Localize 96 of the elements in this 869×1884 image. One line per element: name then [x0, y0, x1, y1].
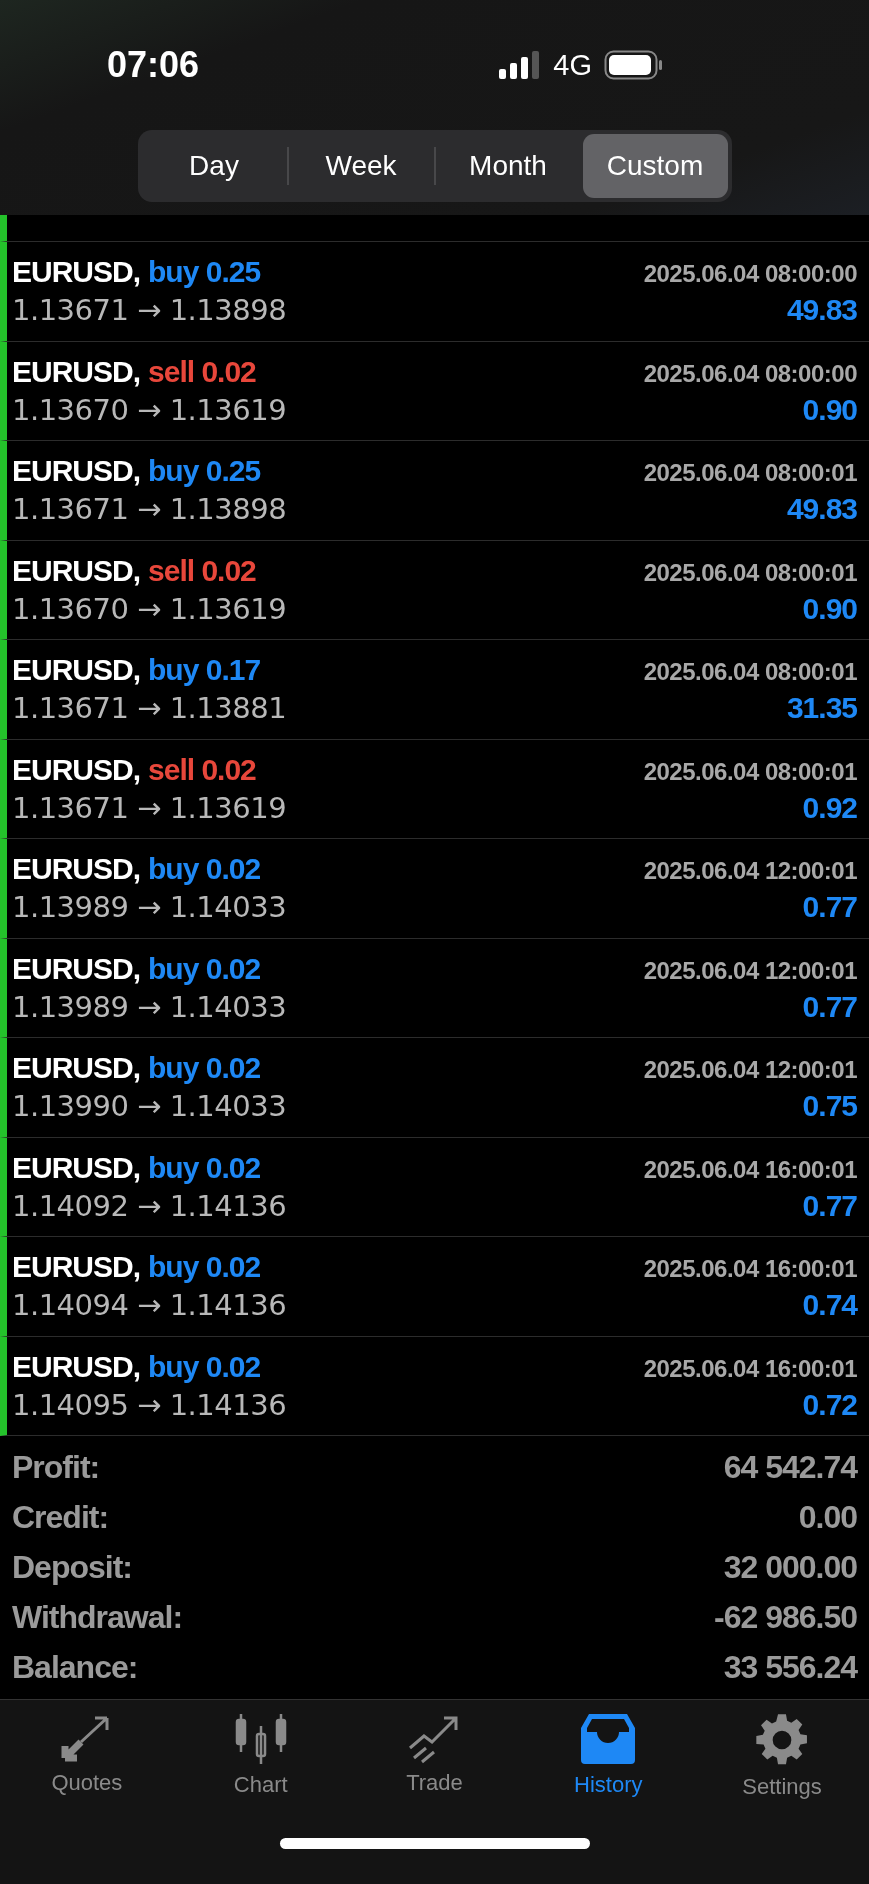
deal-time: 2025.06.04 16:00:01: [643, 1255, 857, 1284]
deal-row[interactable]: EURUSD, buy 0.02 2025.06.04 12:00:01 1.13989 → 1.14033 0.77: [0, 938, 869, 1038]
deal-symbol: EURUSD,: [12, 1250, 140, 1284]
signal-icon: [499, 51, 542, 79]
inbox-tray-icon: [579, 1712, 638, 1766]
summary-value: 64 542.74: [723, 1449, 857, 1486]
deal-time: 2025.06.04 12:00:01: [643, 956, 857, 985]
deal-time: 2025.06.04 12:00:01: [643, 1056, 857, 1085]
nav-tab[interactable]: Chart: [173, 1712, 348, 1800]
deal-symbol: EURUSD,: [12, 951, 140, 985]
period-tab[interactable]: Day: [141, 134, 287, 198]
deal-time: 2025.06.04 08:00:00: [643, 260, 857, 289]
deal-action: sell 0.02: [148, 354, 256, 388]
deal-action: buy 0.25: [148, 454, 261, 488]
deal-prices: 1.13670 → 1.13619: [12, 591, 287, 626]
deal-action: sell 0.02: [148, 752, 256, 786]
period-tab[interactable]: Custom: [582, 134, 728, 198]
deal-symbol: EURUSD,: [12, 1051, 140, 1085]
deal-action: buy 0.02: [148, 1349, 261, 1383]
period-tab[interactable]: Month: [435, 134, 581, 198]
deal-action: buy 0.17: [148, 653, 261, 687]
deal-prices: 1.13989 → 1.14033: [12, 989, 287, 1024]
deal-prices: 1.13989 → 1.14033: [12, 890, 287, 925]
nav-tab[interactable]: History: [521, 1712, 696, 1800]
deal-row[interactable]: EURUSD, buy 0.02 2025.06.04 16:00:01 1.14092 → 1.14136 0.77: [0, 1137, 869, 1237]
summary-label: Withdrawal:: [12, 1599, 183, 1636]
deal-time: 2025.06.04 16:00:01: [643, 1155, 857, 1184]
battery-icon: [604, 50, 664, 80]
summary-label: Credit:: [12, 1499, 109, 1536]
deal-time: 2025.06.04 08:00:01: [643, 459, 857, 488]
deal-row[interactable]: EURUSD, buy 0.25 2025.06.04 08:00:01 1.13671 → 1.13898 49.83: [0, 441, 869, 541]
deal-time: 2025.06.04 16:00:01: [643, 1354, 857, 1383]
summary-label: Profit:: [12, 1449, 100, 1486]
deal-action: sell 0.02: [148, 553, 256, 587]
deal-symbol: EURUSD,: [12, 852, 140, 886]
period-tab[interactable]: Week: [288, 134, 434, 198]
deal-row[interactable]: EURUSD, sell 0.02 2025.06.04 08:00:01 1.13670 → 1.13619 0.90: [0, 540, 869, 640]
status-time: 07:06: [107, 44, 200, 86]
summary-value: -62 986.50: [714, 1599, 857, 1636]
summary-label: Deposit:: [12, 1549, 132, 1586]
summary-value: 33 556.24: [723, 1649, 857, 1686]
deal-prices: 1.14095 → 1.14136: [12, 1387, 287, 1422]
deal-row[interactable]: EURUSD, sell 0.02 2025.06.04 08:00:00 1.13670 → 1.13619 0.90: [0, 341, 869, 441]
deal-symbol: EURUSD,: [12, 354, 140, 388]
deal-profit: 0.92: [802, 790, 857, 825]
summary-value: 32 000.00: [723, 1549, 857, 1586]
deal-time: 2025.06.04 08:00:01: [643, 658, 857, 687]
deal-row[interactable]: EURUSD, buy 0.25 2025.06.04 08:00:00 1.13671 → 1.13898 49.83: [0, 242, 869, 342]
deal-symbol: EURUSD,: [12, 255, 140, 289]
deal-row[interactable]: EURUSD, sell 0.02 2025.06.04 08:00:01 1.13671 → 1.13619 0.92: [0, 739, 869, 839]
nav-tab[interactable]: Quotes: [0, 1712, 174, 1800]
deal-time: 2025.06.04 08:00:01: [643, 558, 857, 587]
deal-profit: 0.90: [802, 591, 857, 626]
deal-prices: 1.13671 → 1.13898: [12, 293, 287, 328]
deal-time: 2025.06.04 08:00:01: [643, 757, 857, 786]
summary-label: Balance:: [12, 1649, 138, 1686]
deal-action: buy 0.02: [148, 1250, 261, 1284]
nav-tab[interactable]: Settings: [695, 1712, 869, 1800]
deal-symbol: EURUSD,: [12, 653, 140, 687]
deal-row[interactable]: EURUSD, buy 0.17 2025.06.04 08:00:01 1.13671 → 1.13881 31.35: [0, 640, 869, 740]
deal-row[interactable]: EURUSD, buy 0.02 2025.06.04 16:00:01 1.14095 → 1.14136 0.72: [0, 1336, 869, 1436]
deal-time: 2025.06.04 08:00:00: [643, 359, 857, 388]
deal-profit: 0.90: [802, 392, 857, 427]
deal-profit: 31.35: [786, 691, 857, 726]
deal-prices: 1.13990 → 1.14033: [12, 1089, 287, 1124]
deal-prices: 1.14092 → 1.14136: [12, 1188, 287, 1223]
deal-profit: 0.77: [802, 1188, 857, 1223]
deal-profit: 0.77: [802, 890, 857, 925]
deal-prices: 1.13671 → 1.13898: [12, 492, 287, 527]
deal-row[interactable]: EURUSD, buy 0.02 2025.06.04 12:00:01 1.13989 → 1.14033 0.77: [0, 839, 869, 939]
deal-profit: 49.83: [786, 492, 857, 527]
summary-value: 0.00: [798, 1499, 857, 1536]
deal-profit: 0.77: [802, 989, 857, 1024]
deal-action: buy 0.02: [148, 951, 261, 985]
deal-action: buy 0.25: [148, 255, 261, 289]
deal-prices: 1.13671 → 1.13619: [12, 790, 287, 825]
deal-profit: 0.72: [802, 1387, 857, 1422]
deal-symbol: EURUSD,: [12, 1349, 140, 1383]
nav-tab[interactable]: Trade: [347, 1712, 522, 1800]
deal-profit: 49.83: [786, 293, 857, 328]
deal-profit: 0.75: [802, 1089, 857, 1124]
deal-row[interactable]: EURUSD, buy 0.02 2025.06.04 12:00:01 1.13990 → 1.14033 0.75: [0, 1038, 869, 1138]
deal-row[interactable]: EURUSD, buy 0.02 2025.06.04 16:00:01 1.14094 → 1.14136 0.74: [0, 1237, 869, 1337]
deal-time: 2025.06.04 12:00:01: [643, 857, 857, 886]
deal-prices: 1.13671 → 1.13881: [12, 691, 287, 726]
deal-symbol: EURUSD,: [12, 454, 140, 488]
network-label: 4G: [553, 48, 592, 82]
deal-prices: 1.14094 → 1.14136: [12, 1288, 287, 1323]
deal-symbol: EURUSD,: [12, 752, 140, 786]
deal-action: buy 0.02: [148, 1150, 261, 1184]
deal-profit: 0.74: [802, 1288, 857, 1323]
deal-symbol: EURUSD,: [12, 553, 140, 587]
deal-prices: 1.13670 → 1.13619: [12, 392, 287, 427]
deal-symbol: EURUSD,: [12, 1150, 140, 1184]
deal-action: buy 0.02: [148, 1051, 261, 1085]
deal-action: buy 0.02: [148, 852, 261, 886]
